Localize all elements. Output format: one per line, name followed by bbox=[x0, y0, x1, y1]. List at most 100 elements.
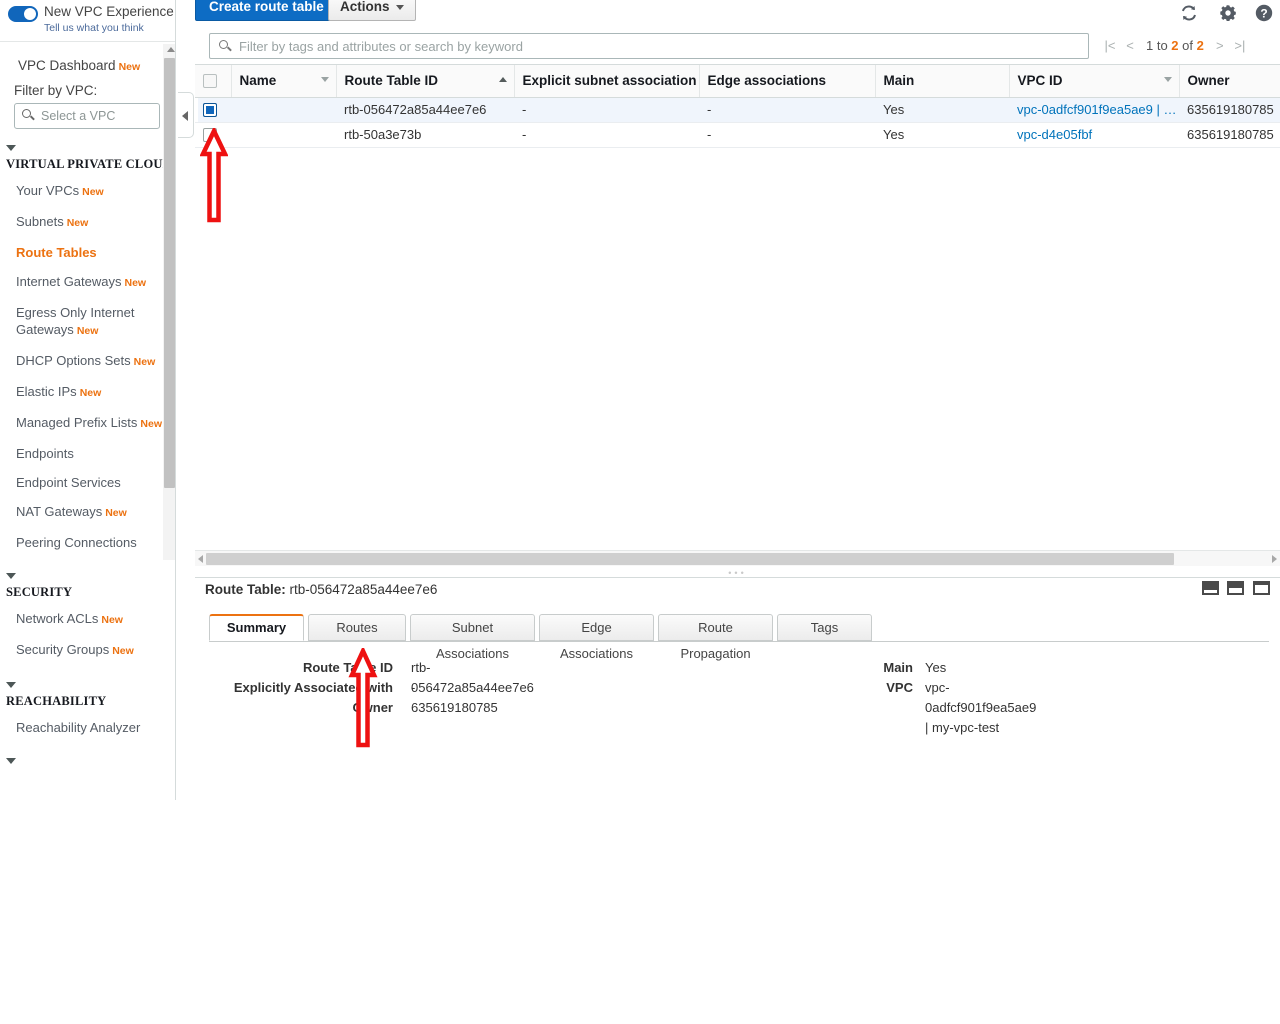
panel-small-icon[interactable] bbox=[1201, 581, 1219, 595]
vpc-dashboard-label: VPC Dashboard bbox=[18, 58, 116, 73]
horizontal-scrollbar[interactable] bbox=[195, 550, 1280, 566]
vpc-select-input[interactable]: Select a VPC bbox=[14, 103, 160, 129]
sidebar-item-dhcp-options-sets[interactable]: DHCP Options Sets New bbox=[0, 346, 175, 377]
pagination-next-button[interactable]: > bbox=[1210, 38, 1230, 53]
search-icon bbox=[22, 109, 31, 118]
chevron-left-icon bbox=[182, 111, 188, 121]
row-checkbox[interactable] bbox=[203, 103, 217, 118]
sidebar-collapse-button[interactable] bbox=[178, 92, 194, 138]
nav-group-toggle[interactable] bbox=[0, 129, 175, 156]
summary-value: rtb-056472a85a44ee7e6 bbox=[411, 660, 534, 695]
horizontal-scrollbar-thumb[interactable] bbox=[206, 553, 1174, 565]
column-header-label: Main bbox=[883, 73, 915, 89]
sidebar-item-subnets[interactable]: Subnets New bbox=[0, 207, 175, 238]
sidebar-item-your-vpcs[interactable]: Your VPCs New bbox=[0, 176, 175, 207]
new-badge: New bbox=[140, 418, 162, 430]
tab-summary[interactable]: Summary bbox=[209, 614, 304, 641]
filter-by-vpc-label: Filter by VPC: bbox=[14, 83, 98, 98]
sidebar-item-reachability-analyzer[interactable]: Reachability Analyzer bbox=[0, 713, 175, 742]
sidebar-item-endpoint-services[interactable]: Endpoint Services bbox=[0, 468, 175, 497]
sidebar-item-egress-only-internet-gateways[interactable]: Egress Only Internet Gateways New bbox=[0, 298, 175, 346]
sidebar-item-label: Endpoints bbox=[16, 446, 74, 461]
nav-group-title: VIRTUAL PRIVATE CLOUD bbox=[6, 157, 172, 171]
new-experience-toggle[interactable] bbox=[8, 6, 38, 22]
column-header-edge-associations[interactable]: Edge associations bbox=[698, 65, 875, 98]
sidebar-item-internet-gateways[interactable]: Internet Gateways New bbox=[0, 267, 175, 298]
sidebar-item-security-groups[interactable]: Security Groups New bbox=[0, 635, 175, 666]
scroll-right-icon[interactable] bbox=[1272, 555, 1277, 563]
sidebar-item-label: Network ACLs bbox=[16, 611, 99, 626]
sidebar-item-label: Route Tables bbox=[16, 245, 97, 260]
new-badge: New bbox=[101, 614, 123, 626]
new-badge: New bbox=[66, 217, 89, 229]
sidebar-item-label: Internet Gateways bbox=[16, 274, 122, 289]
search-box[interactable] bbox=[209, 33, 1089, 59]
column-header-vpc-id[interactable]: VPC ID bbox=[1008, 65, 1179, 98]
sidebar-item-vpc-dashboard[interactable]: VPC Dashboard New bbox=[0, 44, 175, 83]
column-header-route-table-id[interactable]: Route Table ID bbox=[335, 65, 514, 98]
tab-tags[interactable]: Tags bbox=[777, 614, 872, 641]
tab-edge-associations[interactable]: Edge Associations bbox=[539, 614, 654, 661]
actions-label: Actions bbox=[340, 0, 390, 14]
row-checkbox[interactable] bbox=[203, 128, 217, 143]
sort-descending-icon bbox=[320, 77, 329, 82]
tab-route-propagation[interactable]: Route Propagation bbox=[658, 614, 773, 661]
tab-subnet-associations[interactable]: Subnet Associations bbox=[410, 614, 535, 661]
column-header-explicit-subnet-association[interactable]: Explicit subnet association bbox=[513, 65, 699, 98]
actions-button[interactable]: Actions bbox=[328, 0, 416, 21]
detail-panel-title: Route Table: rtb-056472a85a44ee7e6 bbox=[205, 582, 437, 597]
pagination-prev-button[interactable]: < bbox=[1120, 38, 1140, 53]
panel-medium-icon[interactable] bbox=[1227, 581, 1245, 595]
cell-explicit-subnet-association: - bbox=[514, 122, 699, 148]
sidebar-item-elastic-ips[interactable]: Elastic IPs New bbox=[0, 377, 175, 408]
nav-group-title: SECURITY bbox=[6, 585, 73, 599]
new-experience-feedback-link[interactable]: Tell us what you think bbox=[44, 22, 144, 34]
nav-group-toggle[interactable] bbox=[0, 557, 175, 584]
cell-vpc-id: vpc-0adfcf901f9ea5ae9 | … bbox=[1009, 97, 1179, 123]
panel-large-icon[interactable] bbox=[1253, 581, 1270, 595]
detail-title-label: Route Table: bbox=[205, 582, 286, 597]
gear-icon[interactable] bbox=[1217, 2, 1239, 24]
pagination-last-button[interactable]: >| bbox=[1230, 38, 1250, 53]
sidebar-nav: VPC Dashboard New Filter by VPC: Select a… bbox=[0, 44, 175, 800]
cell-edge-associations: - bbox=[699, 97, 875, 123]
sidebar-scroll-up-icon[interactable] bbox=[167, 47, 175, 52]
summary-value: - bbox=[411, 680, 416, 695]
tab-routes[interactable]: Routes bbox=[308, 614, 406, 641]
sidebar-item-peering-connections[interactable]: Peering Connections bbox=[0, 528, 175, 557]
column-header-owner[interactable]: Owner bbox=[1178, 65, 1280, 98]
search-input[interactable] bbox=[237, 34, 1082, 58]
detail-tabs: Summary Routes Subnet Associations Edge Ass… bbox=[209, 614, 1269, 661]
column-header-name[interactable]: Name bbox=[230, 65, 336, 98]
pagination-first-button[interactable]: |< bbox=[1100, 38, 1120, 53]
summary-key: Route Table ID bbox=[302, 660, 393, 675]
summary-key: Owner bbox=[352, 700, 393, 715]
sidebar-item-route-tables[interactable]: Route Tables bbox=[0, 238, 175, 267]
table-row[interactable]: rtb-50a3e73b - - Yes vpc-d4e05fbf 63561918078… bbox=[195, 122, 1280, 148]
vpc-link[interactable]: vpc-0adfcf901f9ea5ae9 | my-vpc-test bbox=[925, 678, 1036, 738]
panel-splitter[interactable]: ••• bbox=[195, 566, 1280, 578]
nav-group-toggle[interactable] bbox=[0, 742, 175, 769]
sidebar-item-endpoints[interactable]: Endpoints bbox=[0, 439, 175, 468]
sidebar-item-label: Managed Prefix Lists bbox=[16, 415, 138, 430]
refresh-icon[interactable] bbox=[1178, 2, 1200, 24]
vpc-id-link[interactable]: vpc-d4e05fbf bbox=[1017, 127, 1092, 142]
route-tables-grid: Name Route Table ID Explicit subnet associ… bbox=[195, 64, 1280, 550]
column-header-label: Edge associations bbox=[707, 73, 827, 89]
cell-main: Yes bbox=[875, 97, 1009, 123]
scroll-left-icon[interactable] bbox=[198, 555, 203, 563]
sidebar-item-network-acls[interactable]: Network ACLs New bbox=[0, 604, 175, 635]
table-row[interactable]: rtb-056472a85a44ee7e6- - Yes vpc-0adfcf901f… bbox=[195, 97, 1280, 123]
nav-group-toggle[interactable] bbox=[0, 666, 175, 693]
create-route-table-button[interactable]: Create route table bbox=[195, 0, 338, 21]
column-header-main[interactable]: Main bbox=[874, 65, 1009, 98]
sidebar-item-nat-gateways[interactable]: NAT Gateways New bbox=[0, 497, 175, 528]
sidebar-item-label: NAT Gateways bbox=[16, 504, 103, 519]
sidebar-scrollbar-thumb[interactable] bbox=[164, 58, 175, 488]
help-icon[interactable]: ? bbox=[1253, 2, 1275, 24]
row-select-cell bbox=[195, 97, 231, 123]
new-badge: New bbox=[124, 277, 147, 289]
select-all-checkbox[interactable] bbox=[203, 74, 217, 89]
vpc-id-link[interactable]: vpc-0adfcf901f9ea5ae9 | … bbox=[1017, 102, 1177, 117]
sidebar-item-managed-prefix-lists[interactable]: Managed Prefix Lists New bbox=[0, 408, 175, 439]
